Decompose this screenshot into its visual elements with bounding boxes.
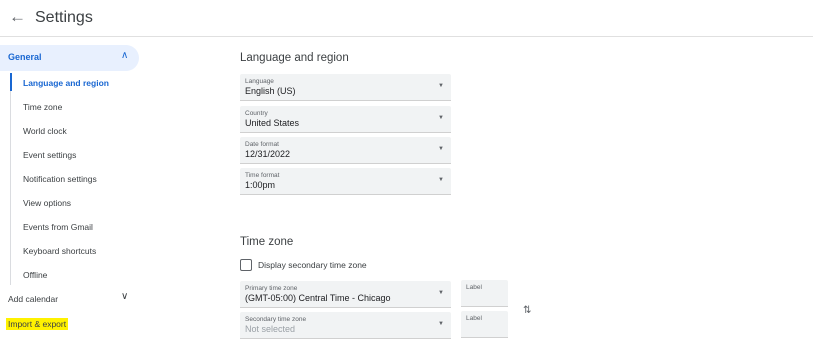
- page-title: Settings: [35, 9, 93, 26]
- chevron-up-icon: ∧: [121, 50, 129, 61]
- country-value: United States: [245, 118, 300, 128]
- settings-sidebar: General ∧ Language and region Time zone …: [0, 37, 150, 331]
- date-format-select[interactable]: Date format 12/31/2022 ▼: [240, 137, 451, 164]
- sidebar-item-language-and-region[interactable]: Language and region: [23, 78, 109, 88]
- sidebar-section-add-calendar[interactable]: Add calendar: [8, 294, 58, 304]
- primary-label-placeholder: Label: [466, 284, 482, 291]
- time-format-select[interactable]: Time format 1:00pm ▼: [240, 168, 451, 195]
- dropdown-caret-icon: ▼: [438, 83, 444, 89]
- dropdown-caret-icon: ▼: [438, 177, 444, 183]
- country-caption: Country: [245, 110, 268, 117]
- dropdown-caret-icon: ▼: [438, 321, 444, 327]
- date-format-caption: Date format: [245, 141, 279, 148]
- section-heading-language-region: Language and region: [240, 52, 349, 64]
- sidebar-item-world-clock[interactable]: World clock: [23, 126, 67, 136]
- active-item-indicator: [10, 73, 12, 91]
- sidebar-item-notification-settings[interactable]: Notification settings: [23, 174, 97, 184]
- secondary-time-zone-checkbox-label[interactable]: Display secondary time zone: [258, 260, 367, 270]
- primary-time-zone-value: (GMT-05:00) Central Time - Chicago: [245, 293, 391, 303]
- sidebar-item-offline[interactable]: Offline: [23, 270, 47, 280]
- dropdown-caret-icon: ▼: [438, 290, 444, 296]
- language-caption: Language: [245, 78, 274, 85]
- secondary-time-zone-value: Not selected: [245, 324, 296, 334]
- swap-vertical-icon[interactable]: ⇅: [523, 305, 531, 316]
- section-heading-time-zone: Time zone: [240, 236, 294, 248]
- arrow-left-icon[interactable]: ←: [9, 7, 26, 27]
- chevron-down-icon[interactable]: ∨: [121, 291, 128, 302]
- sidebar-section-general[interactable]: General ∧: [0, 45, 139, 71]
- country-select[interactable]: Country United States ▼: [240, 106, 451, 133]
- date-format-value: 12/31/2022: [245, 149, 291, 159]
- primary-time-zone-label-field[interactable]: Label: [461, 280, 508, 307]
- secondary-label-placeholder: Label: [466, 315, 482, 322]
- dropdown-caret-icon: ▼: [438, 115, 444, 121]
- sidebar-item-time-zone[interactable]: Time zone: [23, 102, 62, 112]
- top-bar: ← Settings: [0, 0, 813, 37]
- dropdown-caret-icon: ▼: [438, 146, 444, 152]
- time-format-caption: Time format: [245, 172, 280, 179]
- sidebar-tree-line: [10, 73, 11, 285]
- secondary-time-zone-label-field[interactable]: Label: [461, 311, 508, 338]
- secondary-time-zone-select[interactable]: Secondary time zone Not selected ▼: [240, 312, 451, 339]
- sidebar-item-events-from-gmail[interactable]: Events from Gmail: [23, 222, 93, 232]
- time-format-value: 1:00pm: [245, 180, 276, 190]
- primary-time-zone-select[interactable]: Primary time zone (GMT-05:00) Central Ti…: [240, 281, 451, 308]
- primary-time-zone-caption: Primary time zone: [245, 285, 298, 292]
- secondary-time-zone-caption: Secondary time zone: [245, 316, 307, 323]
- sidebar-item-view-options[interactable]: View options: [23, 198, 71, 208]
- sidebar-section-general-label: General: [8, 52, 42, 62]
- secondary-time-zone-checkbox[interactable]: [240, 259, 252, 271]
- language-value: English (US): [245, 86, 296, 96]
- language-select[interactable]: Language English (US) ▼: [240, 74, 451, 101]
- sidebar-item-keyboard-shortcuts[interactable]: Keyboard shortcuts: [23, 246, 96, 256]
- sidebar-item-event-settings[interactable]: Event settings: [23, 150, 76, 160]
- sidebar-item-import-export[interactable]: Import & export: [6, 318, 69, 330]
